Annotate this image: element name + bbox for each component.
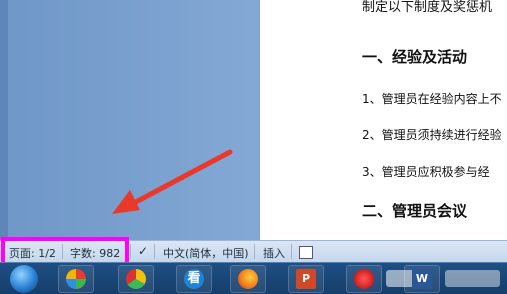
- taskbar-item-powerpoint[interactable]: P: [288, 265, 324, 293]
- red-browser-icon: [354, 269, 374, 289]
- search-app-icon: 看: [184, 269, 204, 289]
- ball-icon: [126, 269, 146, 289]
- taskbar-item-word[interactable]: W: [404, 265, 440, 293]
- taskbar-blur-patch: [445, 270, 500, 287]
- word-icon: W: [412, 269, 432, 289]
- powerpoint-icon: P: [296, 269, 316, 289]
- status-separator: [291, 244, 292, 259]
- spellcheck-icon[interactable]: ✓: [138, 244, 148, 258]
- firefox-icon: [238, 269, 258, 289]
- taskbar-item-search[interactable]: 看: [176, 265, 212, 293]
- macro-record-icon[interactable]: [299, 246, 313, 259]
- taskbar-item-firefox[interactable]: [230, 265, 266, 293]
- taskbar-item-ball[interactable]: [118, 265, 154, 293]
- start-button-icon[interactable]: [10, 265, 38, 293]
- status-separator: [254, 244, 255, 259]
- pinwheel-icon: [66, 269, 86, 289]
- language-status[interactable]: 中文(简体，中国): [163, 245, 249, 261]
- status-separator: [130, 244, 131, 259]
- insert-mode-status[interactable]: 插入: [263, 245, 285, 261]
- taskbar: 看 P W: [0, 262, 507, 294]
- taskbar-item-red-browser[interactable]: [346, 265, 382, 293]
- status-separator: [154, 244, 155, 259]
- taskbar-item-pinwheel[interactable]: [58, 265, 94, 293]
